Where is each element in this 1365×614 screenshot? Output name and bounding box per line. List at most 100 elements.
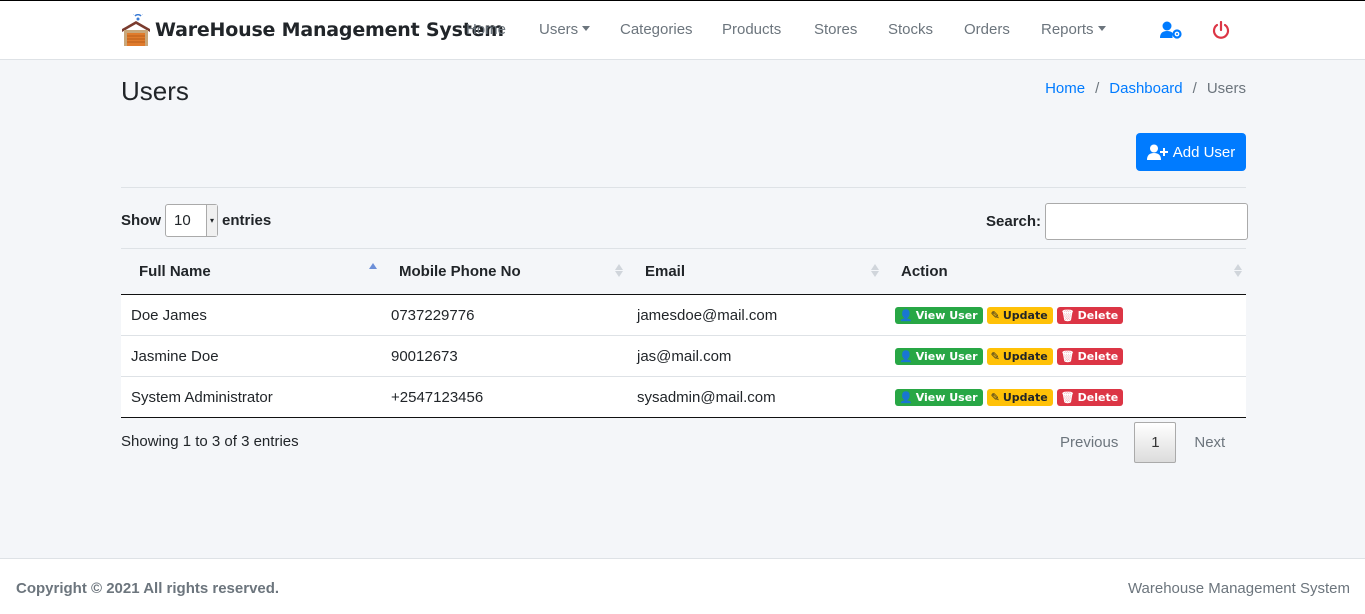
cell-actions: 👤 View User ✎ Update 🗑 Delete xyxy=(883,335,1246,377)
cell-actions: 👤 View User ✎ Update 🗑 Delete xyxy=(883,376,1246,418)
cell-email: jas@mail.com xyxy=(627,335,883,377)
sort-icon xyxy=(1234,264,1242,277)
brand-title: WareHouse Management System xyxy=(155,19,504,41)
nav-users-dropdown[interactable]: Users xyxy=(539,21,591,38)
cell-phone: +2547123456 xyxy=(381,376,627,418)
search-input[interactable] xyxy=(1045,203,1249,240)
breadcrumb-dashboard[interactable]: Dashboard xyxy=(1109,80,1182,97)
column-header-mobile-phone[interactable]: Mobile Phone No xyxy=(381,248,627,295)
footer-system-name: Warehouse Management System xyxy=(1127,580,1350,597)
caret-down-icon xyxy=(1097,26,1106,31)
update-button[interactable]: ✎ Update xyxy=(986,388,1053,406)
table-row: Jasmine Doe 90012673 jas@mail.com 👤 View … xyxy=(121,335,1246,377)
nav-home[interactable]: Home xyxy=(466,21,506,38)
user-cog-icon: 👤 xyxy=(899,390,913,404)
column-label: Full Name xyxy=(139,263,211,280)
delete-label: Delete xyxy=(1077,308,1119,322)
table-row: System Administrator +2547123456 sysadmi… xyxy=(121,376,1246,418)
search-label: Search: xyxy=(986,213,1042,230)
cell-phone: 90012673 xyxy=(381,335,627,377)
update-label: Update xyxy=(1002,308,1048,322)
delete-label: Delete xyxy=(1077,349,1119,363)
nav-reports-label: Reports xyxy=(1041,21,1094,38)
table-info: Showing 1 to 3 of 3 entries xyxy=(121,433,299,450)
breadcrumb-separator: / xyxy=(1095,80,1100,97)
breadcrumb: Home / Dashboard / Users xyxy=(1045,80,1246,97)
column-label: Email xyxy=(645,263,686,280)
search-control: Search: xyxy=(986,203,1249,240)
nav-products[interactable]: Products xyxy=(722,21,781,38)
nav-stocks[interactable]: Stocks xyxy=(888,21,933,38)
delete-label: Delete xyxy=(1077,390,1119,404)
update-label: Update xyxy=(1002,349,1048,363)
pagination: Previous 1 Next xyxy=(1044,422,1242,463)
cell-full-name: Jasmine Doe xyxy=(121,335,381,377)
pagination-next[interactable]: Next xyxy=(1176,422,1242,463)
column-header-full-name[interactable]: Full Name xyxy=(121,248,381,295)
footer: Copyright © 2021 All rights reserved. Wa… xyxy=(0,558,1365,614)
trash-icon: 🗑 xyxy=(1060,349,1075,363)
divider xyxy=(121,187,1246,188)
page-length-value: 10 xyxy=(174,212,191,229)
select-arrow-icon: ▾ xyxy=(206,205,217,236)
trash-icon: 🗑 xyxy=(1060,308,1075,322)
table-row: Doe James 0737229776 jamesdoe@mail.com 👤… xyxy=(121,294,1246,336)
view-user-button[interactable]: 👤 View User xyxy=(895,388,983,406)
user-cog-icon: 👤 xyxy=(899,349,913,363)
trash-icon: 🗑 xyxy=(1060,390,1075,404)
nav-users-label: Users xyxy=(539,21,579,38)
top-navbar: WareHouse Management System Home Users C… xyxy=(0,0,1365,60)
page-length-select[interactable]: 10 ▾ xyxy=(165,204,218,237)
breadcrumb-separator: / xyxy=(1192,80,1197,97)
cell-full-name: Doe James xyxy=(121,294,381,336)
sort-icon xyxy=(615,264,623,277)
pagination-previous[interactable]: Previous xyxy=(1044,422,1134,463)
user-plus-icon xyxy=(1146,144,1168,160)
nav-categories[interactable]: Categories xyxy=(620,21,693,38)
update-button[interactable]: ✎ Update xyxy=(986,347,1053,365)
nav-stores[interactable]: Stores xyxy=(814,21,857,38)
delete-button[interactable]: 🗑 Delete xyxy=(1056,347,1124,365)
column-header-email[interactable]: Email xyxy=(627,248,883,295)
cell-email: sysadmin@mail.com xyxy=(627,376,883,418)
breadcrumb-current: Users xyxy=(1206,80,1246,97)
breadcrumb-home[interactable]: Home xyxy=(1045,80,1085,97)
user-cog-icon: 👤 xyxy=(899,308,913,322)
view-user-label: View User xyxy=(915,390,978,404)
cell-actions: 👤 View User ✎ Update 🗑 Delete xyxy=(883,294,1246,336)
page-title: Users xyxy=(121,76,189,106)
entries-label: entries xyxy=(222,212,272,229)
view-user-label: View User xyxy=(915,308,978,322)
delete-button[interactable]: 🗑 Delete xyxy=(1056,306,1124,324)
user-edit-icon: ✎ xyxy=(990,308,1000,322)
add-user-button[interactable]: Add User xyxy=(1136,133,1246,171)
sort-icon xyxy=(871,264,879,277)
cell-phone: 0737229776 xyxy=(381,294,627,336)
nav-orders[interactable]: Orders xyxy=(964,21,1010,38)
user-edit-icon: ✎ xyxy=(990,349,1000,363)
view-user-label: View User xyxy=(915,349,978,363)
sort-ascending-icon xyxy=(369,263,377,269)
show-label: Show xyxy=(121,212,161,229)
nav-reports-dropdown[interactable]: Reports xyxy=(1041,21,1106,38)
user-cog-icon[interactable] xyxy=(1160,21,1182,39)
delete-button[interactable]: 🗑 Delete xyxy=(1056,388,1124,406)
view-user-button[interactable]: 👤 View User xyxy=(895,306,983,324)
pagination-page-1[interactable]: 1 xyxy=(1134,422,1177,463)
column-label: Mobile Phone No xyxy=(399,263,521,280)
view-user-button[interactable]: 👤 View User xyxy=(895,347,983,365)
brand[interactable]: WareHouse Management System xyxy=(121,14,504,46)
user-edit-icon: ✎ xyxy=(990,390,1000,404)
page-length-control: Show 10 ▾ entries xyxy=(121,204,271,237)
cell-full-name: System Administrator xyxy=(121,376,381,418)
table-header-row: Full Name Mobile Phone No Email Action xyxy=(121,248,1246,295)
add-user-label: Add User xyxy=(1172,143,1236,161)
warehouse-logo-icon xyxy=(122,14,150,46)
power-icon[interactable] xyxy=(1212,21,1230,39)
column-label: Action xyxy=(901,263,948,280)
caret-down-icon xyxy=(582,26,591,31)
users-table: Full Name Mobile Phone No Email Action D… xyxy=(121,248,1246,418)
update-label: Update xyxy=(1002,390,1048,404)
column-header-action[interactable]: Action xyxy=(883,248,1246,295)
update-button[interactable]: ✎ Update xyxy=(986,306,1053,324)
